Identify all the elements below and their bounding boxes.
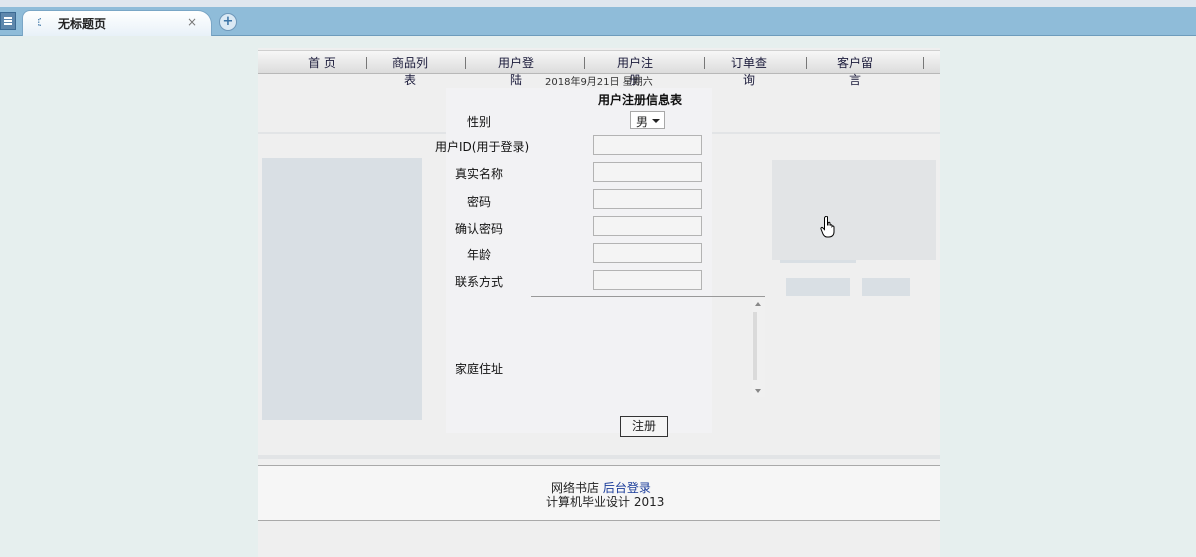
nav-separator <box>465 57 466 69</box>
nav-separator <box>366 57 367 69</box>
nav-item-orders[interactable]: 订单查询 <box>727 54 771 88</box>
hand-cursor-icon <box>820 216 835 238</box>
scrollbar-thumb[interactable] <box>753 312 757 380</box>
scroll-down-icon[interactable] <box>755 389 761 393</box>
scroll-up-icon[interactable] <box>755 302 761 306</box>
userid-input[interactable] <box>593 135 702 155</box>
nav-item-products[interactable]: 商品列表 <box>388 54 432 88</box>
background-ghost-content <box>262 158 422 420</box>
nav-separator <box>704 57 705 69</box>
new-tab-icon[interactable]: + <box>219 13 237 31</box>
age-input[interactable] <box>593 243 702 263</box>
form-title: 用户注册信息表 <box>598 93 683 107</box>
main-nav: 首 页 商品列表 用户登陆 用户注册 订单查询 客户留言 <box>258 50 940 87</box>
tab-active[interactable]: ⁝⁚ 无标题页 × <box>22 10 212 36</box>
gender-select-value: 男 <box>636 115 649 129</box>
menu-icon[interactable] <box>0 12 16 30</box>
chevron-down-icon <box>652 119 660 123</box>
password-label: 密码 <box>467 195 492 209</box>
nav-separator <box>923 57 924 69</box>
confirm-password-input[interactable] <box>593 216 702 236</box>
address-label: 家庭住址 <box>455 362 504 376</box>
footer-divider-bottom <box>258 520 940 521</box>
nav-item-messages[interactable]: 客户留言 <box>833 54 877 88</box>
nav-item-home[interactable]: 首 页 <box>308 54 336 71</box>
contact-label: 联系方式 <box>455 275 504 289</box>
gender-label: 性别 <box>467 115 492 129</box>
address-scrollbar[interactable] <box>752 298 765 397</box>
background-ghost-content <box>772 160 936 260</box>
gender-select[interactable]: 男 <box>630 111 665 129</box>
background-ghost-content <box>786 278 850 296</box>
current-date: 2018年9月21日 星期六 <box>545 77 653 88</box>
nav-separator <box>806 57 807 69</box>
background-ghost-content <box>258 455 940 459</box>
userid-label: 用户ID(用于登录) <box>435 140 530 154</box>
page-loading-icon: ⁝⁚ <box>37 16 42 29</box>
password-input[interactable] <box>593 189 702 209</box>
footer-credit: 计算机毕业设计 2013 <box>546 495 665 509</box>
contact-input[interactable] <box>593 270 702 290</box>
nav-separator <box>584 57 585 69</box>
close-icon[interactable]: × <box>187 15 197 29</box>
tab-bar: ⁝⁚ 无标题页 × + <box>0 7 1196 36</box>
tab-title: 无标题页 <box>58 17 107 31</box>
realname-input[interactable] <box>593 162 702 182</box>
confirm-password-label: 确认密码 <box>455 222 504 236</box>
background-ghost-content <box>862 278 910 296</box>
register-button[interactable]: 注册 <box>620 416 668 437</box>
address-textarea[interactable] <box>531 296 765 398</box>
age-label: 年龄 <box>467 248 492 262</box>
realname-label: 真实名称 <box>455 167 504 181</box>
nav-item-login[interactable]: 用户登陆 <box>494 54 538 88</box>
